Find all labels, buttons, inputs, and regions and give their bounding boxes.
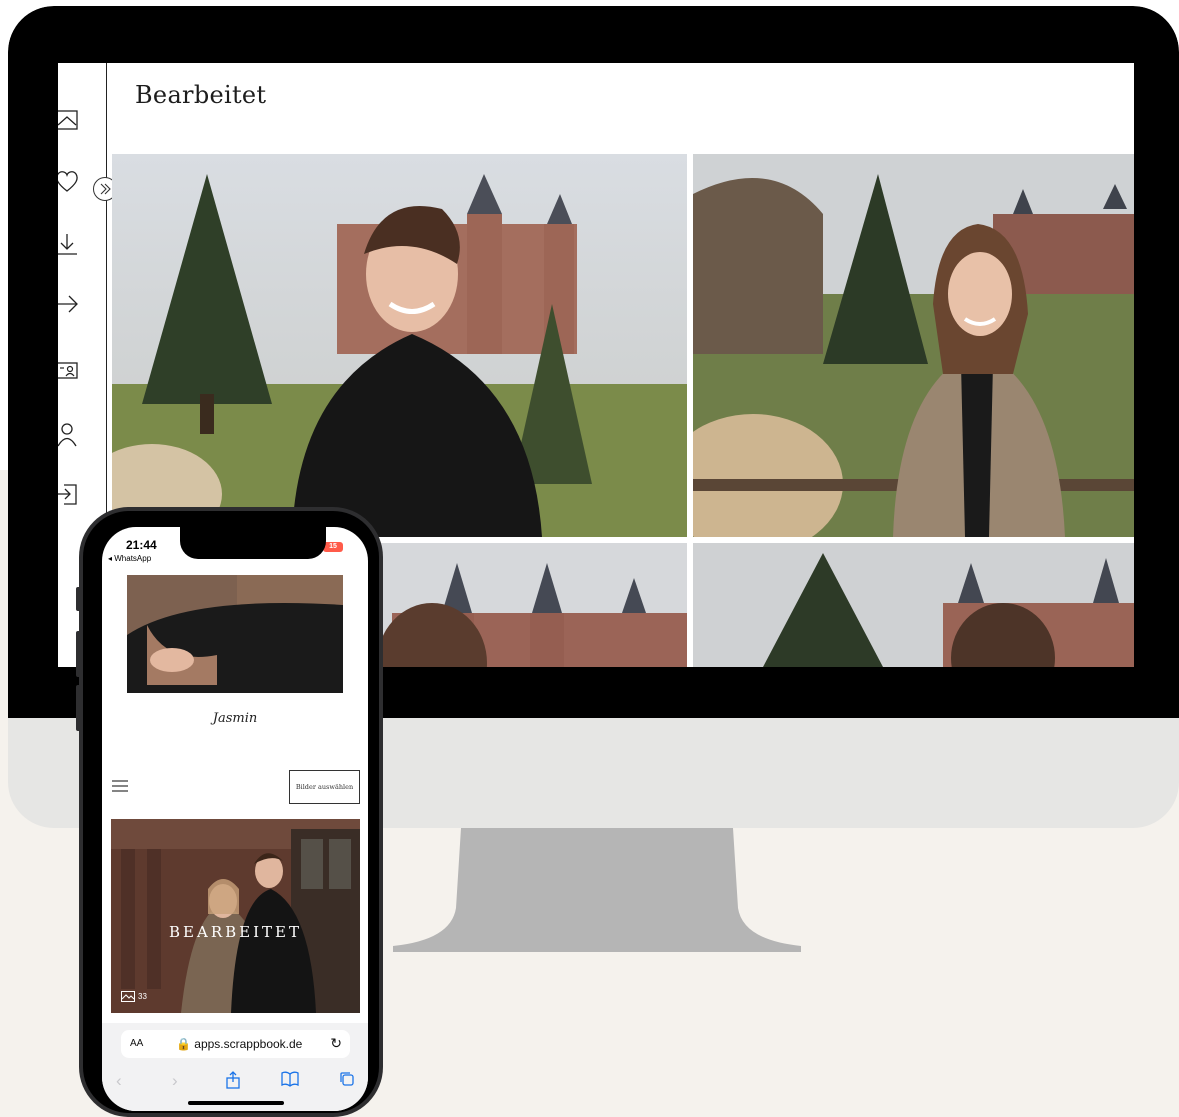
status-time: 21:44: [126, 538, 157, 552]
monitor-stand: [393, 828, 801, 952]
safari-toolbar: AA 🔒 apps.scrappbook.de ↻ ‹ ›: [102, 1023, 368, 1111]
phone: 21:44 ◂ WhatsApp 15 Jasmin Bilder auswäh…: [76, 507, 383, 1117]
address-bar[interactable]: AA 🔒 apps.scrappbook.de ↻: [121, 1030, 350, 1058]
hamburger-menu-icon[interactable]: [112, 779, 128, 793]
phone-notch: [180, 527, 326, 559]
collection-count-value: 33: [138, 992, 147, 1001]
collection-card[interactable]: BEARBEITET 33: [111, 819, 360, 1013]
gallery-name: Jasmin: [212, 711, 258, 726]
heart-icon[interactable]: [58, 166, 82, 196]
phone-button: [76, 587, 82, 611]
collection-title: BEARBEITET: [169, 923, 302, 941]
reload-icon[interactable]: ↻: [330, 1035, 342, 1052]
gallery-photo[interactable]: [693, 543, 1134, 667]
battery-indicator: 15: [323, 542, 343, 552]
tabs-icon[interactable]: [339, 1071, 355, 1087]
image-icon[interactable]: [58, 105, 82, 135]
select-images-button[interactable]: Bilder auswählen: [289, 770, 360, 804]
user-icon[interactable]: [58, 419, 82, 449]
page-title: Bearbeitet: [135, 81, 267, 109]
phone-screen: 21:44 ◂ WhatsApp 15 Jasmin Bilder auswäh…: [102, 527, 368, 1111]
gallery-cover-photo[interactable]: [127, 575, 343, 693]
share-icon[interactable]: [58, 289, 82, 319]
image-icon: [121, 991, 135, 1002]
back-to-app-link[interactable]: ◂ WhatsApp: [108, 554, 151, 563]
collection-count: 33: [121, 991, 147, 1002]
phone-button: [76, 685, 82, 731]
bookmarks-icon[interactable]: [281, 1071, 299, 1087]
gallery-photo[interactable]: [693, 154, 1134, 537]
phone-button: [76, 631, 82, 677]
share-icon[interactable]: [226, 1071, 240, 1089]
back-arrow-icon[interactable]: ‹: [116, 1071, 122, 1091]
login-icon[interactable]: [58, 479, 82, 509]
home-indicator: [188, 1101, 284, 1105]
gallery-photo[interactable]: [112, 154, 687, 537]
download-icon[interactable]: [58, 229, 82, 259]
text-size-button[interactable]: AA: [130, 1038, 143, 1049]
phone-frame: 21:44 ◂ WhatsApp 15 Jasmin Bilder auswäh…: [83, 511, 379, 1113]
forward-arrow-icon[interactable]: ›: [172, 1071, 178, 1091]
contact-card-icon[interactable]: [58, 355, 82, 385]
url-text[interactable]: 🔒 apps.scrappbook.de: [176, 1037, 302, 1051]
